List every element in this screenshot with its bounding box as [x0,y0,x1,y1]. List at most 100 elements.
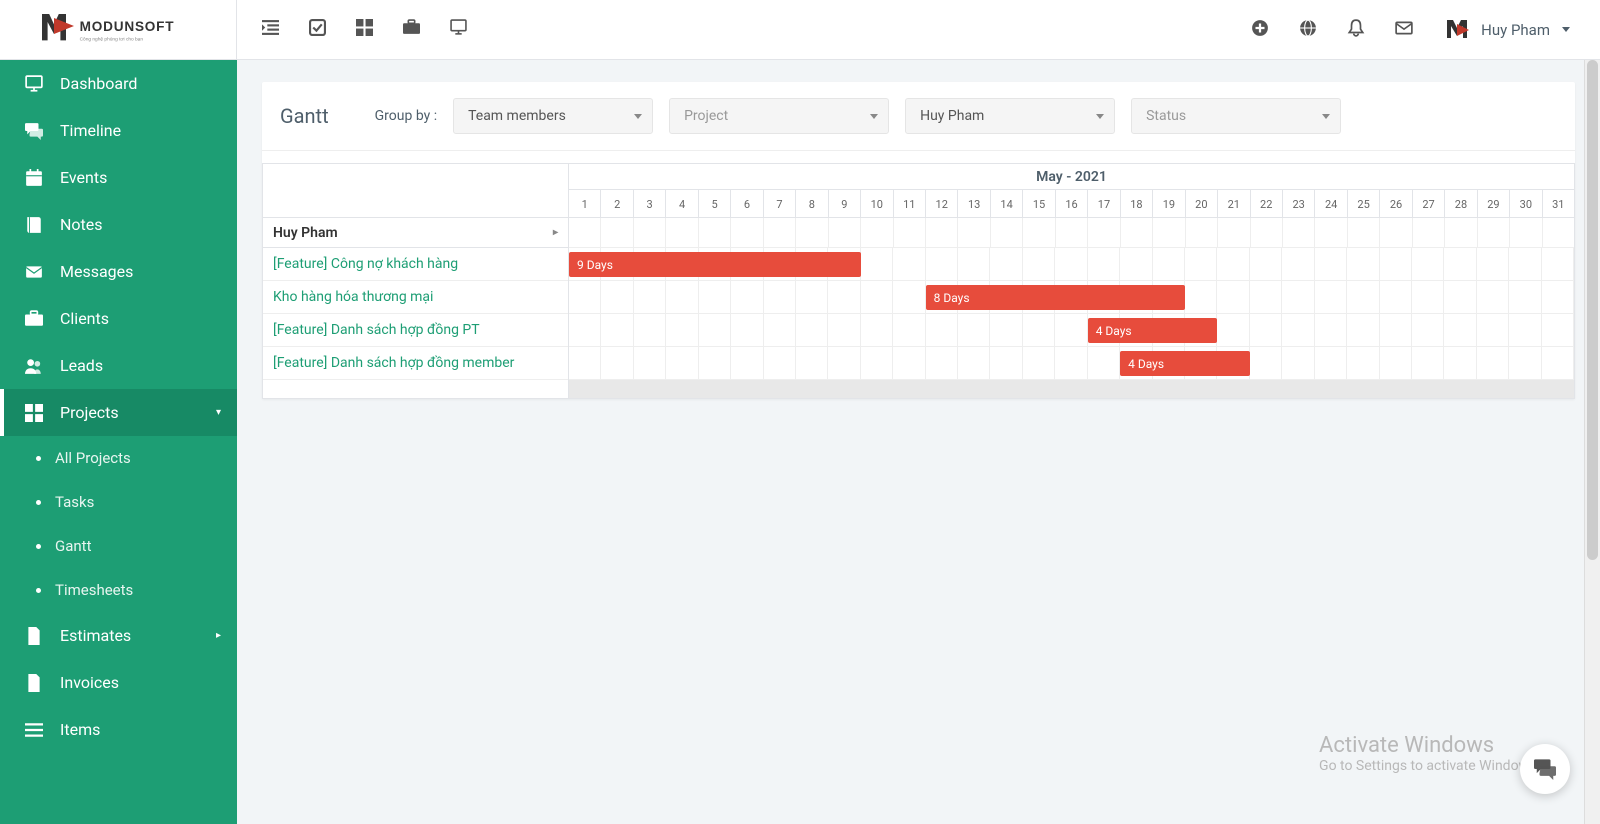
member-select[interactable]: Huy Pham [905,98,1115,134]
select-placeholder: Project [684,108,728,124]
gantt-grid-cell [828,281,860,313]
sidebar-item-label: Leads [60,356,103,375]
sidebar-sub-all-projects[interactable]: All Projects [0,436,237,480]
gantt-grid-cell [1250,248,1282,280]
project-select[interactable]: Project [669,98,889,134]
gantt-grid-cell [893,281,925,313]
gantt-grid-cell [861,347,893,379]
gantt-grid-cell [1218,218,1250,247]
sidebar-item-clients[interactable]: Clients [0,295,237,342]
sidebar-item-projects[interactable]: Projects ▾ [0,389,237,436]
gantt-grid-cell [1509,314,1541,346]
gantt-timeline[interactable]: May - 2021 12345678910111213141516171819… [569,164,1574,398]
sidebar-item-items[interactable]: Items [0,706,237,753]
comments-icon [1534,758,1556,780]
svg-text:Công nghệ phúng tơi cho bạn: Công nghệ phúng tơi cho bạn [80,36,144,42]
gantt-grid-cell [894,218,926,247]
gantt-group-name: Huy Pham [273,225,338,241]
gantt-grid-cell [991,218,1023,247]
sidebar-item-events[interactable]: Events [0,154,237,201]
gantt-grid-cell [1055,248,1087,280]
sidebar-item-dashboard[interactable]: Dashboard [0,60,237,107]
gantt-grid-cell [926,347,958,379]
gantt-bar[interactable]: 4 Days [1120,351,1250,376]
gantt-group-row[interactable]: Huy Pham ▸ [263,218,568,248]
gantt-grid-cell [1348,218,1380,247]
main-content: Gantt Group by : Team members Project Hu… [237,60,1600,824]
user-name: Huy Pham [1481,21,1550,39]
brand-logo[interactable]: MODUNSOFT Công nghệ phúng tơi cho bạn [0,0,237,60]
sidebar-item-notes[interactable]: Notes [0,201,237,248]
main-scrollbar[interactable] [1584,60,1600,824]
gantt-day-cell: 11 [894,190,926,218]
gantt-day-cell: 9 [829,190,861,218]
globe-icon[interactable] [1299,19,1317,41]
gantt-grid-cell [958,314,990,346]
gantt-bar[interactable]: 8 Days [926,285,1185,310]
gantt-grid-cell [666,281,698,313]
monitor-icon[interactable] [450,19,467,40]
sidebar-sub-tasks[interactable]: Tasks [0,480,237,524]
gantt-task-label[interactable]: [Feature] Công nợ khách hàng [263,248,568,281]
gantt-grid-cell [1217,281,1249,313]
user-avatar-icon [1443,16,1471,44]
sidebar-item-leads[interactable]: Leads [0,342,237,389]
user-menu[interactable]: Huy Pham [1443,16,1570,44]
gantt-bar[interactable]: 4 Days [1088,318,1218,343]
gantt-day-cell: 22 [1251,190,1283,218]
gantt-grid-cell [1282,347,1314,379]
gantt-day-cell: 7 [764,190,796,218]
gantt-day-cell: 5 [699,190,731,218]
gantt-grid-cell [1315,281,1347,313]
sidebar-item-estimates[interactable]: Estimates ▸ [0,612,237,659]
envelope-icon[interactable] [1395,19,1413,41]
gantt-bar[interactable]: 9 Days [569,252,861,277]
gantt-grid-cell [796,218,828,247]
gantt-task-list: Huy Pham ▸ [Feature] Công nợ khách hàngK… [263,164,569,398]
gantt-grid-cell [1121,218,1153,247]
sidebar-item-label: Events [60,168,107,187]
gantt-grid-cell [1088,248,1120,280]
gantt-day-cell: 30 [1510,190,1542,218]
gantt-scrollbar[interactable] [569,380,1574,398]
sidebar-sub-timesheets[interactable]: Timesheets [0,568,237,612]
indent-icon[interactable] [262,19,279,40]
gantt-grid-cell [1282,281,1314,313]
sidebar-item-invoices[interactable]: Invoices [0,659,237,706]
grid-icon[interactable] [356,19,373,40]
gantt-grid-cell [569,314,601,346]
scrollbar-thumb[interactable] [1587,60,1598,560]
gantt-task-row: 8 Days [569,281,1574,314]
sidebar-sub-gantt[interactable]: Gantt [0,524,237,568]
plus-circle-icon[interactable] [1251,19,1269,41]
sidebar-sub-label: Gantt [55,537,91,555]
gantt-task-label[interactable]: [Feature] Danh sách hợp đồng PT [263,314,568,347]
envelope-icon [24,263,44,281]
gantt-day-cell: 19 [1153,190,1185,218]
gantt-grid-cell [1477,248,1509,280]
topbar-shortcuts [237,19,467,40]
sidebar-item-timeline[interactable]: Timeline [0,107,237,154]
gantt-grid-cell [666,347,698,379]
gantt-task-label[interactable]: Kho hàng hóa thương mại [263,281,568,314]
gantt-chart: Huy Pham ▸ [Feature] Công nợ khách hàngK… [262,163,1575,399]
sidebar-item-messages[interactable]: Messages [0,248,237,295]
bell-icon[interactable] [1347,19,1365,41]
gantt-card: Gantt Group by : Team members Project Hu… [262,82,1575,399]
check-icon[interactable] [309,19,326,40]
gantt-grid-cell [1250,314,1282,346]
gantt-grid-cell [699,347,731,379]
sidebar: Dashboard Timeline Events Notes Messages… [0,60,237,824]
briefcase-icon[interactable] [403,19,420,40]
status-select[interactable]: Status [1131,98,1341,134]
gantt-grid-cell [796,347,828,379]
gantt-grid-cell [1282,314,1314,346]
calendar-icon [24,169,44,187]
gantt-grid-cell [1185,248,1217,280]
chat-button[interactable] [1520,744,1570,794]
gantt-task-label[interactable]: [Feature] Danh sách hợp đồng member [263,347,568,380]
group-by-select[interactable]: Team members [453,98,653,134]
gantt-grid-cell [926,248,958,280]
gantt-grid-cell [828,314,860,346]
gantt-day-cell: 13 [958,190,990,218]
